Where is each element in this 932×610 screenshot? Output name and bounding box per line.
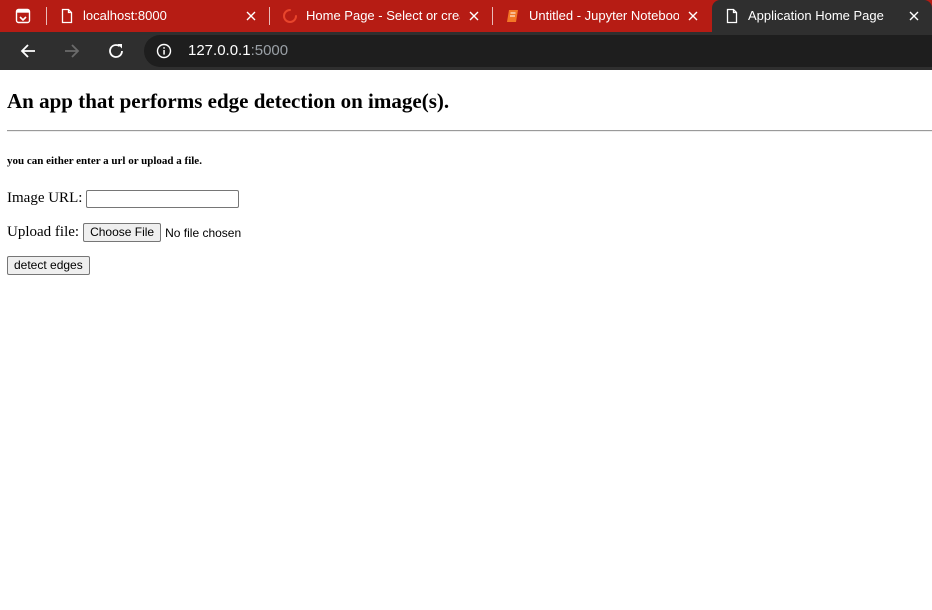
image-url-label: Image URL: (7, 190, 83, 206)
tab-title: Home Page - Select or create (306, 8, 460, 23)
image-url-input[interactable] (86, 189, 240, 208)
address-bar[interactable]: 127.0.0.1:5000 (144, 35, 932, 67)
arrow-right-icon (65, 44, 80, 58)
notebook-icon (505, 8, 521, 24)
arrow-left-icon (20, 44, 35, 58)
tab-jupyter-notebook[interactable]: Untitled - Jupyter Notebook (493, 0, 711, 32)
tab-strip: localhost:8000 Home Page - Select or cre… (0, 0, 932, 32)
page-icon (724, 8, 740, 24)
page-icon (59, 8, 75, 24)
tab-title: localhost:8000 (83, 8, 167, 23)
tab-search-button[interactable] (0, 0, 46, 32)
info-icon[interactable] (156, 43, 172, 59)
forward-button[interactable] (60, 39, 84, 63)
tab-search-icon (15, 8, 31, 24)
tab-title: Untitled - Jupyter Notebook (529, 8, 679, 23)
instructions-text: you can either enter a url or upload a f… (7, 155, 202, 167)
loading-spinner-icon (282, 8, 298, 24)
upload-file-row: Upload file: Choose File No file chosen (7, 222, 241, 243)
tab-application-home-page[interactable]: Application Home Page (712, 0, 932, 32)
page-content: An app that performs edge detection on i… (0, 70, 932, 610)
close-icon[interactable] (243, 8, 259, 24)
close-icon[interactable] (466, 8, 482, 24)
reload-icon (109, 44, 123, 58)
reload-button[interactable] (104, 39, 128, 63)
close-icon[interactable] (685, 8, 701, 24)
divider (7, 130, 932, 132)
page-title: An app that performs edge detection on i… (7, 89, 450, 113)
url-port: :5000 (250, 42, 289, 59)
back-button[interactable] (16, 39, 40, 63)
image-url-row: Image URL: (7, 188, 240, 209)
tab-localhost-8000[interactable]: localhost:8000 (47, 0, 269, 32)
file-status-text: No file chosen (165, 225, 242, 240)
detect-edges-button[interactable]: detect edges (7, 256, 90, 275)
upload-file-label: Upload file: (7, 224, 80, 240)
tab-title: Application Home Page (748, 8, 884, 23)
url-text[interactable]: 127.0.0.1:5000 (188, 43, 288, 59)
close-icon[interactable] (906, 8, 922, 24)
browser-toolbar: 127.0.0.1:5000 (0, 32, 932, 102)
choose-file-button[interactable]: Choose File (83, 223, 162, 242)
url-host: 127.0.0.1 (188, 42, 251, 59)
tab-home-page[interactable]: Home Page - Select or create (270, 0, 492, 32)
